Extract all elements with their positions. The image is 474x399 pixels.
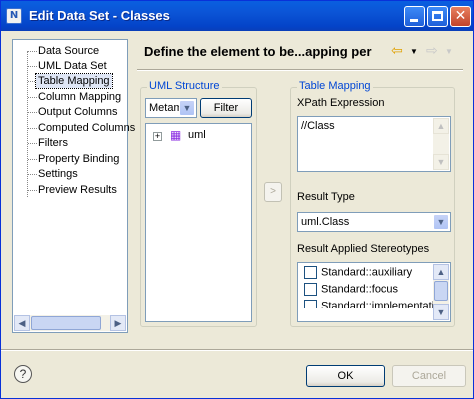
tree-connector [28, 66, 37, 67]
stereotypes-vertical-scrollbar[interactable]: ▲ ▼ [433, 264, 449, 320]
uml-structure-tree[interactable]: + ▦ uml [145, 123, 252, 322]
result-type-combo[interactable]: uml.Class ▼ [297, 212, 451, 232]
stereotype-label: Standard::focus [321, 283, 399, 296]
close-button[interactable]: ✕ [450, 6, 471, 27]
metamodel-combo[interactable]: Metam ▼ [145, 98, 197, 118]
cancel-button[interactable]: Cancel [392, 365, 466, 387]
scroll-left-button[interactable]: ◀ [14, 315, 30, 331]
uml-structure-group: UML Structure Metam ▼ Filter + ▦ uml [140, 80, 257, 327]
list-item[interactable]: Standard::focus [304, 283, 398, 298]
scroll-thumb[interactable] [434, 281, 448, 301]
scroll-up-button[interactable]: ▲ [433, 264, 449, 280]
table-mapping-label: Table Mapping [297, 80, 373, 92]
forward-arrow-icon[interactable]: ⇨ [426, 42, 438, 59]
nav-item-filters[interactable]: Filters [38, 136, 68, 150]
chevron-down-icon[interactable]: ▼ [179, 100, 195, 116]
nav-item-output-columns[interactable]: Output Columns [38, 105, 117, 119]
forward-history-dropdown-icon[interactable]: ▼ [445, 47, 453, 56]
stereotype-checkbox[interactable] [304, 283, 317, 296]
scroll-down-button[interactable]: ▼ [433, 154, 449, 170]
tree-connector [28, 143, 37, 144]
minimize-icon [410, 19, 418, 22]
tree-connector [28, 112, 37, 113]
list-item[interactable]: Standard::implementati [304, 300, 435, 313]
stereotypes-label: Result Applied Stereotypes [297, 243, 430, 255]
maximize-icon [432, 11, 443, 21]
ok-button[interactable]: OK [306, 365, 385, 387]
list-item[interactable]: Standard::auxiliary [304, 266, 412, 281]
close-icon: ✕ [454, 8, 467, 24]
xpath-expression-value: //Class [301, 120, 335, 132]
xpath-expression-label: XPath Expression [297, 97, 385, 109]
page-title: Define the element to be...apping per [144, 44, 372, 59]
birt-icon: N [6, 8, 22, 24]
xpath-vertical-scrollbar[interactable]: ▲ ▼ [433, 118, 449, 170]
xpath-expression-field[interactable]: //Class ▲ ▼ [297, 116, 451, 172]
scroll-down-button[interactable]: ▼ [433, 304, 449, 320]
tree-connector [28, 128, 37, 129]
tree-connector [28, 51, 37, 52]
uml-structure-label: UML Structure [147, 80, 222, 92]
nav-item-property-binding[interactable]: Property Binding [38, 152, 119, 166]
nav-item-column-mapping[interactable]: Column Mapping [38, 90, 121, 104]
nav-item-preview-results[interactable]: Preview Results [38, 183, 117, 197]
package-icon: ▦ [170, 128, 182, 142]
window-title: Edit Data Set - Classes [29, 8, 170, 23]
tree-connector [28, 97, 37, 98]
edit-data-set-dialog: N Edit Data Set - Classes ✕ Data Source … [0, 0, 474, 399]
result-type-label: Result Type [297, 191, 355, 203]
nav-item-table-mapping[interactable]: Table Mapping [35, 73, 113, 89]
scroll-right-button[interactable]: ▶ [110, 315, 126, 331]
help-icon[interactable]: ? [14, 365, 32, 383]
stereotype-checkbox[interactable] [304, 300, 317, 308]
nav-horizontal-scrollbar[interactable]: ◀ ▶ [14, 315, 126, 331]
back-arrow-icon[interactable]: ⇦ [391, 42, 403, 59]
result-type-value: uml.Class [301, 216, 350, 228]
maximize-button[interactable] [427, 6, 448, 27]
stereotypes-list[interactable]: Standard::auxiliary Standard::focus Stan… [297, 262, 451, 322]
metamodel-combo-value: Metam [149, 102, 183, 114]
tree-connector [28, 174, 37, 175]
stereotype-checkbox[interactable] [304, 266, 317, 279]
page-navigation-tree[interactable]: Data Source UML Data Set Table Mapping C… [12, 39, 135, 333]
back-history-dropdown-icon[interactable]: ▼ [410, 47, 418, 56]
tree-connector [28, 190, 37, 191]
nav-item-computed-columns[interactable]: Computed Columns [38, 121, 135, 135]
filter-button[interactable]: Filter [200, 98, 252, 118]
footer-separator [1, 349, 473, 351]
title-bar[interactable]: N Edit Data Set - Classes ✕ [1, 1, 473, 31]
add-mapping-button[interactable]: > [264, 182, 282, 202]
nav-item-uml-data-set[interactable]: UML Data Set [38, 59, 107, 73]
nav-item-data-source[interactable]: Data Source [38, 44, 99, 58]
header-separator [137, 69, 463, 71]
chevron-down-icon[interactable]: ▼ [433, 214, 449, 230]
scroll-up-button[interactable]: ▲ [433, 118, 449, 134]
minimize-button[interactable] [404, 6, 425, 27]
table-mapping-group: Table Mapping XPath Expression //Class ▲… [290, 80, 455, 327]
nav-item-settings[interactable]: Settings [38, 167, 78, 181]
expand-icon[interactable]: + [153, 132, 162, 141]
scroll-thumb[interactable] [31, 316, 101, 330]
tree-guide-lines [27, 51, 37, 197]
stereotype-label: Standard::implementati [321, 300, 435, 313]
stereotype-label: Standard::auxiliary [321, 266, 413, 279]
tree-connector [28, 159, 37, 160]
tree-item-uml[interactable]: uml [188, 129, 206, 141]
